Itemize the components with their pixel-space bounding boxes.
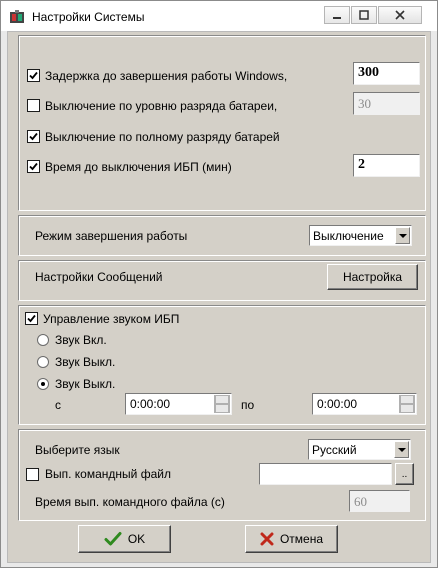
command-time-input[interactable]: 60 (349, 490, 410, 512)
messages-settings-button[interactable]: Настройка (327, 264, 418, 290)
ok-button[interactable]: OK (78, 525, 171, 553)
close-icon (395, 10, 405, 20)
time-from-spinner[interactable]: 0:00:00 (125, 393, 232, 415)
language-label: Выберите язык (35, 443, 120, 457)
sound-panel: Управление звуком ИБП Звук Вкл. Звук Вык… (18, 305, 426, 425)
checkmark-icon (104, 532, 122, 546)
time-from-label: с (55, 398, 61, 412)
command-file-checkbox[interactable] (26, 468, 39, 481)
window-title: Настройки Системы (32, 10, 145, 24)
sound-off-radio[interactable] (37, 356, 49, 368)
sound-on-label: Звук Вкл. (55, 333, 107, 347)
spinner-buttons[interactable] (214, 395, 230, 413)
battery-level-input[interactable]: 30 (353, 92, 420, 115)
battery-level-label: Выключение по уровню разряда батареи, (45, 99, 278, 113)
checkmark-icon (29, 71, 38, 80)
mode-panel: Режим завершения работы Выключение (18, 215, 426, 256)
checkmark-icon (29, 132, 38, 141)
command-file-label: Вып. командный файл (45, 467, 171, 481)
maximize-icon (359, 10, 369, 20)
mode-label: Режим завершения работы (35, 229, 188, 243)
sound-control-label: Управление звуком ИБП (43, 312, 180, 326)
command-file-input[interactable] (259, 463, 392, 485)
minimize-icon (333, 17, 341, 19)
ups-time-label: Время до выключения ИБП (мин) (45, 160, 232, 174)
spin-down-icon[interactable] (399, 404, 415, 413)
battery-full-checkbox[interactable] (27, 130, 40, 143)
ups-time-input[interactable]: 2 (353, 154, 420, 177)
sound-control-checkbox[interactable] (25, 312, 38, 325)
sound-on-radio[interactable] (37, 334, 49, 346)
sound-off-label: Звук Выкл. (55, 355, 116, 369)
minimize-button[interactable] (324, 6, 350, 24)
battery-level-checkbox[interactable] (27, 99, 40, 112)
time-from-value: 0:00:00 (130, 397, 171, 411)
command-time-label: Время вып. командного файла (с) (35, 495, 225, 509)
title-bar[interactable]: Настройки Системы (1, 1, 437, 31)
dialog-client: Задержка до завершения работы Windows, 3… (7, 31, 431, 563)
language-select[interactable]: Русский (308, 439, 411, 460)
sound-off-schedule-radio[interactable] (37, 378, 49, 390)
language-command-panel: Выберите язык Русский Вып. командный фай… (18, 429, 426, 521)
spin-down-icon[interactable] (214, 404, 230, 413)
chevron-down-icon[interactable] (395, 227, 410, 244)
language-select-value: Русский (312, 443, 357, 457)
maximize-button[interactable] (351, 6, 377, 24)
settings-window: Настройки Системы Задержка до завершения… (0, 0, 438, 568)
delay-input[interactable]: 300 (353, 62, 420, 85)
messages-label: Настройки Сообщений (35, 270, 163, 284)
delay-checkbox[interactable] (27, 69, 40, 82)
close-button[interactable] (378, 6, 422, 24)
spin-up-icon[interactable] (399, 395, 415, 404)
shutdown-panel: Задержка до завершения работы Windows, 3… (18, 35, 426, 211)
ups-time-checkbox[interactable] (27, 160, 40, 173)
delay-label: Задержка до завершения работы Windows, (45, 69, 288, 83)
battery-full-label: Выключение по полному разряду батарей (45, 130, 280, 144)
time-to-label: по (241, 398, 255, 412)
close-icon (260, 532, 274, 546)
checkmark-icon (27, 314, 36, 323)
messages-panel: Настройки Сообщений Настройка (18, 260, 426, 301)
sound-off-schedule-label: Звук Выкл. (55, 377, 116, 391)
time-to-spinner[interactable]: 0:00:00 (312, 393, 417, 415)
ok-label: OK (127, 532, 146, 546)
chevron-down-icon[interactable] (394, 441, 409, 458)
cancel-button[interactable]: Отмена (245, 525, 338, 553)
cancel-label: Отмена (279, 532, 324, 546)
checkmark-icon (29, 162, 38, 171)
browse-button[interactable]: .. (395, 463, 414, 485)
mode-select[interactable]: Выключение (309, 225, 412, 246)
time-to-value: 0:00:00 (317, 397, 358, 411)
spinner-buttons[interactable] (399, 395, 415, 413)
mode-select-value: Выключение (313, 229, 384, 243)
spin-up-icon[interactable] (214, 395, 230, 404)
app-icon (10, 10, 24, 23)
